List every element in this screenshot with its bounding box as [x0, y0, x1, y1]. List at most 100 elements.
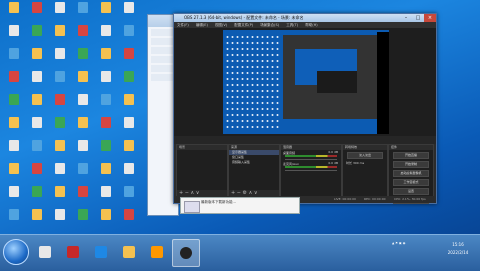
desktop-file-icon[interactable] — [73, 25, 93, 47]
system-tray[interactable]: ▲ ⚑ ▣ ◉ — [392, 241, 442, 261]
taskbar-app[interactable] — [144, 239, 170, 265]
desktop-file-icon[interactable] — [4, 2, 24, 24]
desktop-file-icon[interactable] — [50, 48, 70, 70]
source-item[interactable]: 音频输入采集 — [229, 160, 279, 165]
taskbar-app-obs[interactable] — [172, 239, 200, 267]
desktop-file-icon[interactable] — [119, 48, 139, 70]
desktop-file-icon[interactable] — [119, 25, 139, 47]
desktop-file-icon[interactable] — [50, 140, 70, 162]
desktop-file-icon[interactable] — [73, 2, 93, 24]
desktop-file-icon[interactable] — [73, 94, 93, 116]
desktop-file-icon[interactable] — [73, 71, 93, 93]
virtual-camera-button[interactable]: 启动虚拟摄像机 — [393, 170, 429, 177]
start-streaming-button[interactable]: 开始直播 — [393, 152, 429, 159]
desktop-file-icon[interactable] — [119, 140, 139, 162]
desktop-file-icon[interactable] — [50, 94, 70, 116]
desktop-file-icon[interactable] — [96, 48, 116, 70]
close-icon[interactable]: × — [424, 14, 436, 22]
explorer-row[interactable] — [151, 65, 175, 72]
obs-preview[interactable] — [174, 28, 436, 136]
taskbar-app[interactable] — [88, 239, 114, 265]
mixer-channel[interactable]: 桌面音频 0.0 dB — [281, 150, 341, 161]
start-recording-button[interactable]: 开始录制 — [393, 161, 429, 168]
desktop-file-icon[interactable] — [4, 140, 24, 162]
desktop-file-icon[interactable] — [50, 209, 70, 231]
desktop-file-icon[interactable] — [96, 209, 116, 231]
desktop-file-icon[interactable] — [50, 25, 70, 47]
mixer-channel[interactable]: 麦克风/Aux 0.0 dB — [281, 161, 341, 172]
desktop-file-icon[interactable] — [96, 94, 116, 116]
maximize-icon[interactable]: □ — [412, 14, 424, 22]
notification-popup[interactable]: 最新版本下载新功能... — [180, 197, 300, 214]
volume-fader[interactable] — [285, 170, 337, 171]
desktop-file-icon[interactable] — [73, 48, 93, 70]
desktop-file-icon[interactable] — [119, 2, 139, 24]
transition-select[interactable]: 淡入淡出 — [347, 152, 383, 159]
desktop-file-icon[interactable] — [4, 71, 24, 93]
desktop-file-icon[interactable] — [96, 140, 116, 162]
desktop-file-icon[interactable] — [50, 186, 70, 208]
start-button[interactable] — [3, 239, 29, 265]
desktop-file-icon[interactable] — [27, 71, 47, 93]
desktop-file-icon[interactable] — [27, 48, 47, 70]
desktop-file-icon[interactable] — [4, 163, 24, 185]
settings-button[interactable]: 设置 — [393, 188, 429, 195]
desktop-file-icon[interactable] — [119, 117, 139, 139]
desktop-file-icon[interactable] — [27, 25, 47, 47]
explorer-row[interactable] — [151, 38, 175, 45]
desktop-file-icon[interactable] — [96, 117, 116, 139]
menu-profile[interactable]: 配置文件(P) — [234, 23, 253, 27]
desktop-file-icon[interactable] — [96, 2, 116, 24]
desktop-file-icon[interactable] — [119, 94, 139, 116]
desktop-file-icon[interactable] — [96, 25, 116, 47]
explorer-row[interactable] — [151, 74, 175, 81]
desktop-file-icon[interactable] — [27, 209, 47, 231]
menu-tools[interactable]: 工具(T) — [286, 23, 298, 27]
obs-title-bar[interactable]: OBS 27.1.3 (64-bit, windows) - 配置文件: 未命名… — [174, 14, 436, 22]
explorer-row[interactable] — [151, 29, 175, 36]
explorer-row[interactable] — [151, 47, 175, 54]
desktop-file-icon[interactable] — [73, 117, 93, 139]
volume-fader[interactable] — [285, 159, 337, 160]
desktop-file-icon[interactable] — [4, 48, 24, 70]
desktop-file-icon[interactable] — [96, 71, 116, 93]
menu-scene-collection[interactable]: 场景集合(S) — [260, 23, 279, 27]
desktop-file-icon[interactable] — [50, 117, 70, 139]
duration-input[interactable]: 300 ms — [353, 161, 364, 165]
taskbar-app[interactable] — [32, 239, 58, 265]
taskbar-app[interactable] — [60, 239, 86, 265]
menu-view[interactable]: 视图(V) — [215, 23, 227, 27]
desktop-file-icon[interactable] — [27, 94, 47, 116]
desktop-file-icon[interactable] — [27, 186, 47, 208]
desktop-file-icon[interactable] — [4, 117, 24, 139]
desktop-file-icon[interactable] — [4, 94, 24, 116]
desktop-file-icon[interactable] — [50, 71, 70, 93]
minimize-icon[interactable]: – — [400, 14, 412, 22]
menu-edit[interactable]: 编辑(E) — [196, 23, 208, 27]
desktop-file-icon[interactable] — [27, 117, 47, 139]
desktop-file-icon[interactable] — [96, 186, 116, 208]
obs-window[interactable]: OBS 27.1.3 (64-bit, windows) - 配置文件: 未命名… — [173, 13, 437, 204]
desktop-file-icon[interactable] — [96, 163, 116, 185]
desktop-file-icon[interactable] — [50, 2, 70, 24]
desktop-file-icon[interactable] — [4, 186, 24, 208]
desktop-file-icon[interactable] — [119, 186, 139, 208]
desktop-file-icon[interactable] — [119, 163, 139, 185]
desktop-file-icon[interactable] — [73, 140, 93, 162]
desktop-file-icon[interactable] — [27, 163, 47, 185]
desktop-file-icon[interactable] — [4, 209, 24, 231]
desktop-file-icon[interactable] — [119, 209, 139, 231]
desktop-file-icon[interactable] — [73, 186, 93, 208]
taskbar-app[interactable] — [116, 239, 142, 265]
taskbar-clock[interactable]: 15:16 2022/2/14 — [440, 241, 476, 263]
desktop-file-icon[interactable] — [50, 163, 70, 185]
desktop-file-icon[interactable] — [73, 163, 93, 185]
menu-help[interactable]: 帮助(H) — [305, 23, 317, 27]
desktop-file-icon[interactable] — [73, 209, 93, 231]
explorer-row[interactable] — [151, 56, 175, 63]
desktop-file-icon[interactable] — [119, 71, 139, 93]
desktop-file-icon[interactable] — [27, 2, 47, 24]
studio-mode-button[interactable]: 工作室模式 — [393, 179, 429, 186]
desktop-file-icon[interactable] — [4, 25, 24, 47]
menu-file[interactable]: 文件(F) — [177, 23, 189, 27]
